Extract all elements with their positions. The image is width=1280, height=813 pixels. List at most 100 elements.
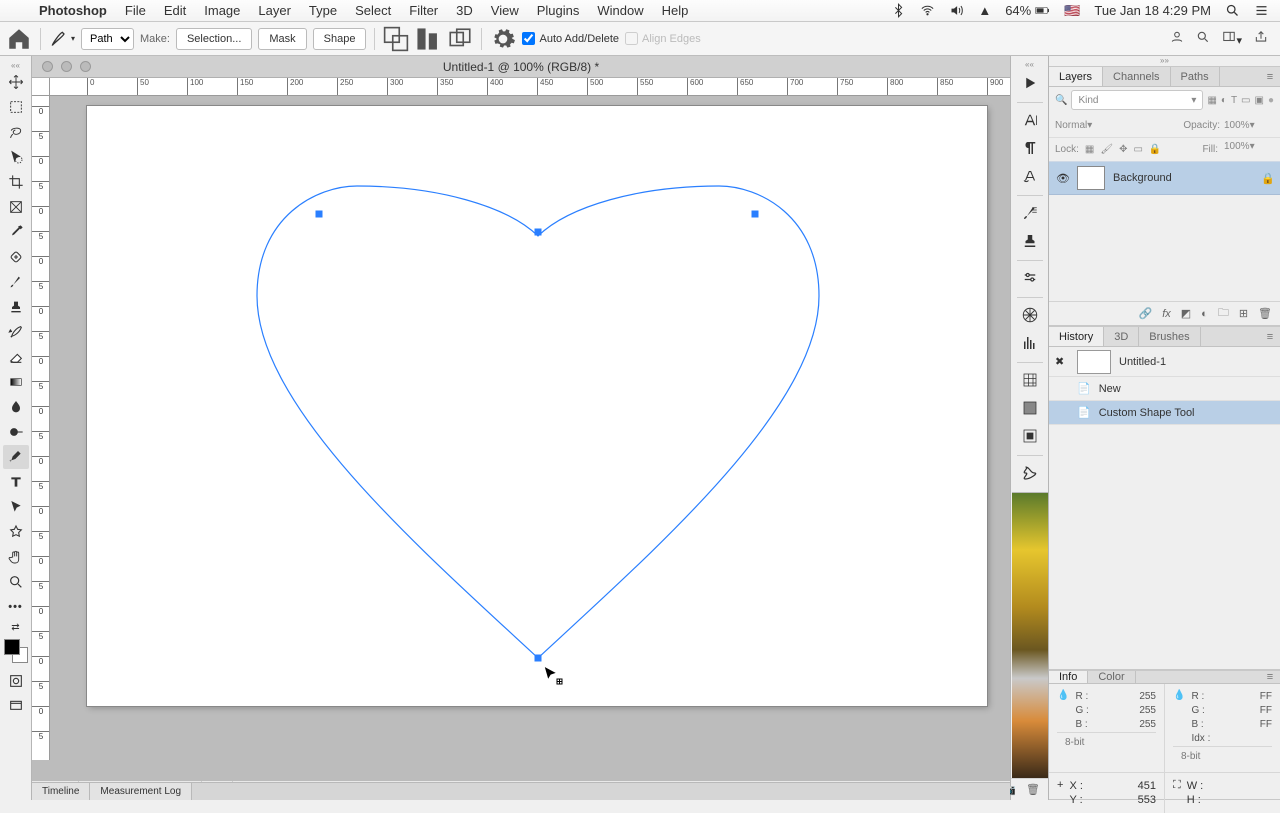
paragraph-panel-icon[interactable] — [1016, 135, 1044, 161]
panel-menu-icon[interactable]: ≡ — [1260, 327, 1280, 346]
clock[interactable]: Tue Jan 18 4:29 PM — [1087, 3, 1218, 18]
gear-icon[interactable] — [490, 27, 516, 51]
menu-help[interactable]: Help — [653, 3, 698, 18]
anchor-point[interactable] — [316, 211, 323, 218]
menu-window[interactable]: Window — [588, 3, 652, 18]
tab-layers[interactable]: Layers — [1049, 67, 1103, 86]
frame-tool[interactable] — [3, 195, 29, 219]
blend-mode-select[interactable]: Normal▾ — [1055, 120, 1179, 131]
marquee-tool[interactable] — [3, 95, 29, 119]
gradient-tool[interactable] — [3, 370, 29, 394]
new-layer-icon[interactable]: ⊞ — [1239, 307, 1248, 320]
control-center-icon[interactable] — [1247, 3, 1276, 18]
navigator-preview[interactable] — [1012, 492, 1048, 778]
patterns-icon[interactable] — [1016, 423, 1044, 449]
bluetooth-icon[interactable] — [884, 3, 913, 18]
opacity-input[interactable]: 100%▾ — [1224, 120, 1274, 131]
panel-menu-icon[interactable]: ≡ — [1260, 671, 1280, 683]
delete-layer-icon[interactable]: 🗑 — [1258, 307, 1272, 320]
libraries-icon[interactable] — [1016, 460, 1044, 486]
navigator-icon[interactable] — [1016, 302, 1044, 328]
zoom-tool[interactable] — [3, 570, 29, 594]
trash-icon[interactable]: 🗑 — [1026, 783, 1040, 796]
menu-image[interactable]: Image — [195, 3, 249, 18]
group-icon[interactable]: 🗀 — [1218, 304, 1229, 323]
tab-info[interactable]: Info — [1049, 671, 1088, 683]
hand-tool[interactable] — [3, 545, 29, 569]
character-panel-icon[interactable]: | — [1016, 107, 1044, 133]
crop-tool[interactable] — [3, 170, 29, 194]
menu-file[interactable]: File — [116, 3, 155, 18]
home-button[interactable] — [6, 27, 32, 51]
brush-settings-icon[interactable] — [1016, 200, 1044, 226]
layer-row-background[interactable]: 👁 Background 🔒 — [1049, 161, 1280, 195]
adjustments-icon[interactable] — [1016, 265, 1044, 291]
healing-tool[interactable] — [3, 245, 29, 269]
wifi-icon[interactable] — [913, 3, 942, 18]
ruler-origin[interactable] — [32, 78, 50, 96]
brush-tool[interactable] — [3, 270, 29, 294]
filter-pixel-icon[interactable]: ▦ — [1207, 95, 1216, 106]
tab-brushes[interactable]: Brushes — [1139, 327, 1200, 346]
layer-thumbnail[interactable] — [1077, 166, 1105, 190]
type-tool[interactable] — [3, 470, 29, 494]
lock-position-icon[interactable]: ✥ — [1119, 144, 1127, 155]
tab-paths[interactable]: Paths — [1171, 67, 1220, 86]
lock-artboard-icon[interactable]: ▭ — [1133, 144, 1142, 155]
canvas[interactable] — [87, 106, 987, 706]
canvas-viewport[interactable]: 0501001502002503003504004505005506006507… — [32, 78, 1010, 780]
make-shape-button[interactable]: Shape — [313, 28, 367, 50]
lock-all-icon[interactable]: 🔒 — [1149, 144, 1161, 155]
panel-menu-icon[interactable]: ≡ — [1260, 67, 1280, 86]
adjustment-layer-icon[interactable]: ◐ — [1201, 308, 1208, 320]
layer-mask-icon[interactable]: ◩ — [1181, 307, 1191, 320]
spotlight-icon[interactable] — [1218, 3, 1247, 18]
history-snapshot[interactable]: ✖ Untitled-1 — [1049, 347, 1280, 377]
tool-mode-select[interactable]: Path — [81, 28, 134, 50]
battery-status[interactable]: 64% — [998, 3, 1057, 18]
history-brush-source-icon[interactable]: ✖ — [1055, 355, 1069, 368]
menu-layer[interactable]: Layer — [249, 3, 300, 18]
quick-mask-toggle[interactable] — [3, 669, 29, 693]
menu-select[interactable]: Select — [346, 3, 400, 18]
stamp-tool[interactable] — [3, 295, 29, 319]
menu-plugins[interactable]: Plugins — [528, 3, 589, 18]
swatches-icon[interactable] — [1016, 367, 1044, 393]
volume-icon[interactable] — [942, 3, 971, 18]
panels-collapser[interactable]: »» — [1049, 56, 1280, 66]
path-alignment-icon[interactable] — [415, 27, 441, 51]
gradients-icon[interactable] — [1016, 395, 1044, 421]
history-state-custom-shape[interactable]: 📄 Custom Shape Tool — [1049, 401, 1280, 425]
eyedropper-icon[interactable]: 💧 — [1173, 690, 1185, 746]
anchor-point[interactable] — [752, 211, 759, 218]
menu-type[interactable]: Type — [300, 3, 346, 18]
layer-filter-kind[interactable]: Kind▾ — [1071, 90, 1203, 110]
menu-edit[interactable]: Edit — [155, 3, 195, 18]
lock-paint-icon[interactable]: 🖌 — [1100, 144, 1113, 155]
clone-source-icon[interactable] — [1016, 228, 1044, 254]
tools-collapser[interactable]: «« — [0, 60, 31, 70]
layer-lock-icon[interactable]: 🔒 — [1256, 172, 1280, 185]
filter-type-icon[interactable]: T — [1231, 95, 1237, 106]
share-icon[interactable] — [1254, 30, 1268, 47]
pen-tool[interactable] — [3, 445, 29, 469]
ruler-horizontal[interactable]: 0501001502002503003504004505005506006507… — [50, 78, 1010, 96]
anchor-point[interactable] — [535, 229, 542, 236]
tab-color[interactable]: Color — [1088, 671, 1135, 683]
layer-style-icon[interactable]: fx — [1162, 308, 1171, 320]
ruler-vertical[interactable]: 05050505050505050505050505 — [32, 96, 50, 760]
input-flag-icon[interactable]: 🇺🇸 — [1057, 3, 1087, 19]
lock-transparent-icon[interactable]: ▦ — [1085, 144, 1094, 155]
move-tool[interactable] — [3, 70, 29, 94]
path-operations-icon[interactable] — [383, 27, 409, 51]
fill-input[interactable]: 100%▾ — [1224, 141, 1274, 159]
eyedropper-tool[interactable] — [3, 220, 29, 244]
swap-colors-icon[interactable]: ⇄ — [3, 620, 29, 634]
cloud-sync-icon[interactable]: ▲ — [971, 3, 998, 18]
link-layers-icon[interactable]: 🔗 — [1138, 307, 1152, 320]
path-select-tool[interactable] — [3, 495, 29, 519]
shape-tool[interactable] — [3, 520, 29, 544]
auto-add-delete-checkbox[interactable]: Auto Add/Delete — [522, 32, 619, 45]
layer-name[interactable]: Background — [1113, 172, 1256, 184]
eraser-tool[interactable] — [3, 345, 29, 369]
